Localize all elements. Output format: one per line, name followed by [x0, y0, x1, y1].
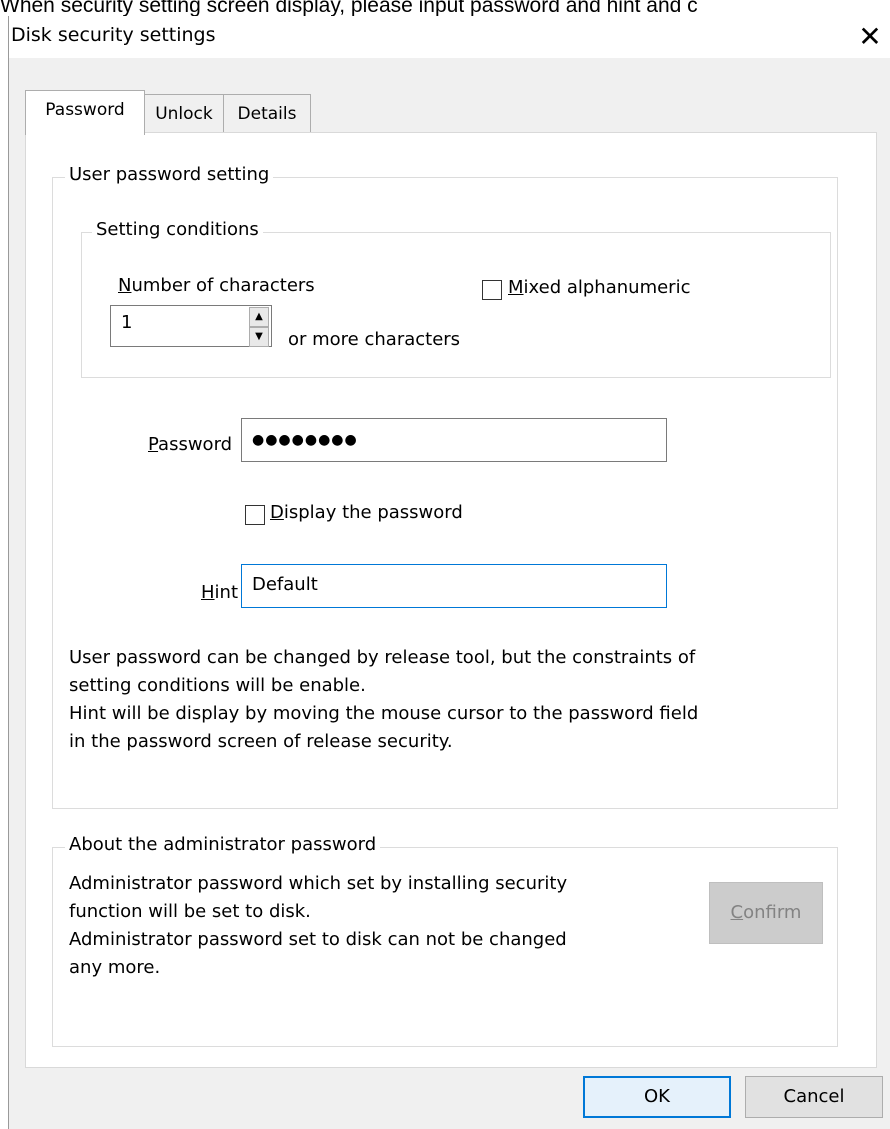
close-icon[interactable]: ✕ [853, 20, 887, 54]
num-chars-label: Number of characters [118, 275, 315, 296]
password-field[interactable]: ●●●●●●●● [241, 418, 667, 462]
user-password-info: User password can be changed by release … [69, 644, 829, 756]
cancel-button[interactable]: Cancel [745, 1076, 883, 1118]
password-label: Password [148, 434, 233, 455]
info-line: Hint will be display by moving the mouse… [69, 703, 699, 724]
group-legend: About the administrator password [65, 834, 381, 855]
tab-label: Password [45, 100, 125, 120]
group-legend: User password setting [65, 164, 274, 185]
password-tab-panel: User password setting Setting conditions… [25, 132, 877, 1068]
display-password-label[interactable]: Display the password [270, 502, 463, 523]
tab-details[interactable]: Details [223, 94, 311, 133]
window-title: Disk security settings [11, 24, 216, 46]
confirm-button[interactable]: Confirm [709, 882, 823, 944]
admin-info-line: Administrator password which set by inst… [69, 873, 568, 894]
group-legend: Setting conditions [92, 219, 263, 240]
admin-info-line: any more. [69, 957, 161, 978]
tab-label: Details [237, 104, 297, 124]
tab-unlock[interactable]: Unlock [143, 94, 225, 133]
num-chars-spinner[interactable]: 1 ▲ ▼ [110, 305, 272, 347]
tab-label: Unlock [155, 104, 213, 124]
mixed-alnum-checkbox[interactable] [482, 280, 502, 300]
user-password-group: User password setting Setting conditions… [52, 164, 838, 809]
disk-security-dialog: Disk security settings ✕ Password Unlock… [8, 16, 890, 1129]
ok-button[interactable]: OK [583, 1076, 731, 1118]
setting-conditions-group: Setting conditions Number of characters … [81, 219, 831, 378]
admin-info: Administrator password which set by inst… [69, 870, 669, 982]
num-chars-value: 1 [121, 312, 133, 333]
spin-down-icon[interactable]: ▼ [249, 327, 269, 347]
title-bar[interactable]: Disk security settings ✕ [9, 16, 890, 58]
spin-up-icon[interactable]: ▲ [249, 307, 269, 327]
admin-info-line: function will be set to disk. [69, 901, 311, 922]
info-line: in the password screen of release securi… [69, 731, 453, 752]
info-line: User password can be changed by release … [69, 647, 696, 668]
hint-label: Hint [201, 582, 239, 603]
info-line: setting conditions will be enable. [69, 675, 366, 696]
tab-password[interactable]: Password [25, 90, 145, 135]
admin-info-line: Administrator password set to disk can n… [69, 929, 567, 950]
display-password-checkbox[interactable] [245, 505, 265, 525]
or-more-label: or more characters [288, 329, 461, 350]
mixed-alnum-label[interactable]: Mixed alphanumeric [508, 277, 690, 298]
caption-text: When security setting screen display, pl… [0, 0, 698, 16]
admin-password-group: About the administrator password Adminis… [52, 834, 838, 1047]
hint-field[interactable]: Default [241, 564, 667, 608]
